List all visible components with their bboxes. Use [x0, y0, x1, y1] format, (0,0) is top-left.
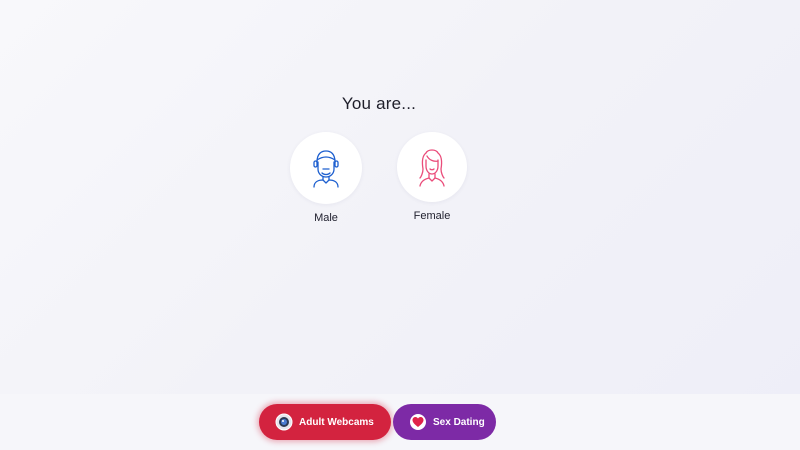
sex-dating-button[interactable]: Sex Dating — [393, 404, 496, 440]
male-avatar-icon — [313, 150, 339, 188]
female-label: Female — [413, 210, 451, 222]
female-avatar-icon — [419, 149, 445, 187]
sex-dating-label: Sex Dating — [433, 416, 485, 428]
webcam-icon — [275, 413, 293, 431]
female-option[interactable]: Female — [397, 132, 467, 222]
adult-webcams-button[interactable]: Adult Webcams — [259, 404, 391, 440]
male-avatar-circle[interactable] — [290, 132, 362, 204]
heart-icon — [409, 413, 427, 431]
female-avatar-circle[interactable] — [397, 132, 467, 202]
adult-webcams-label: Adult Webcams — [299, 416, 374, 428]
male-label: Male — [314, 212, 338, 224]
page-prompt: You are... — [341, 94, 417, 113]
male-option[interactable]: Male — [290, 132, 362, 224]
